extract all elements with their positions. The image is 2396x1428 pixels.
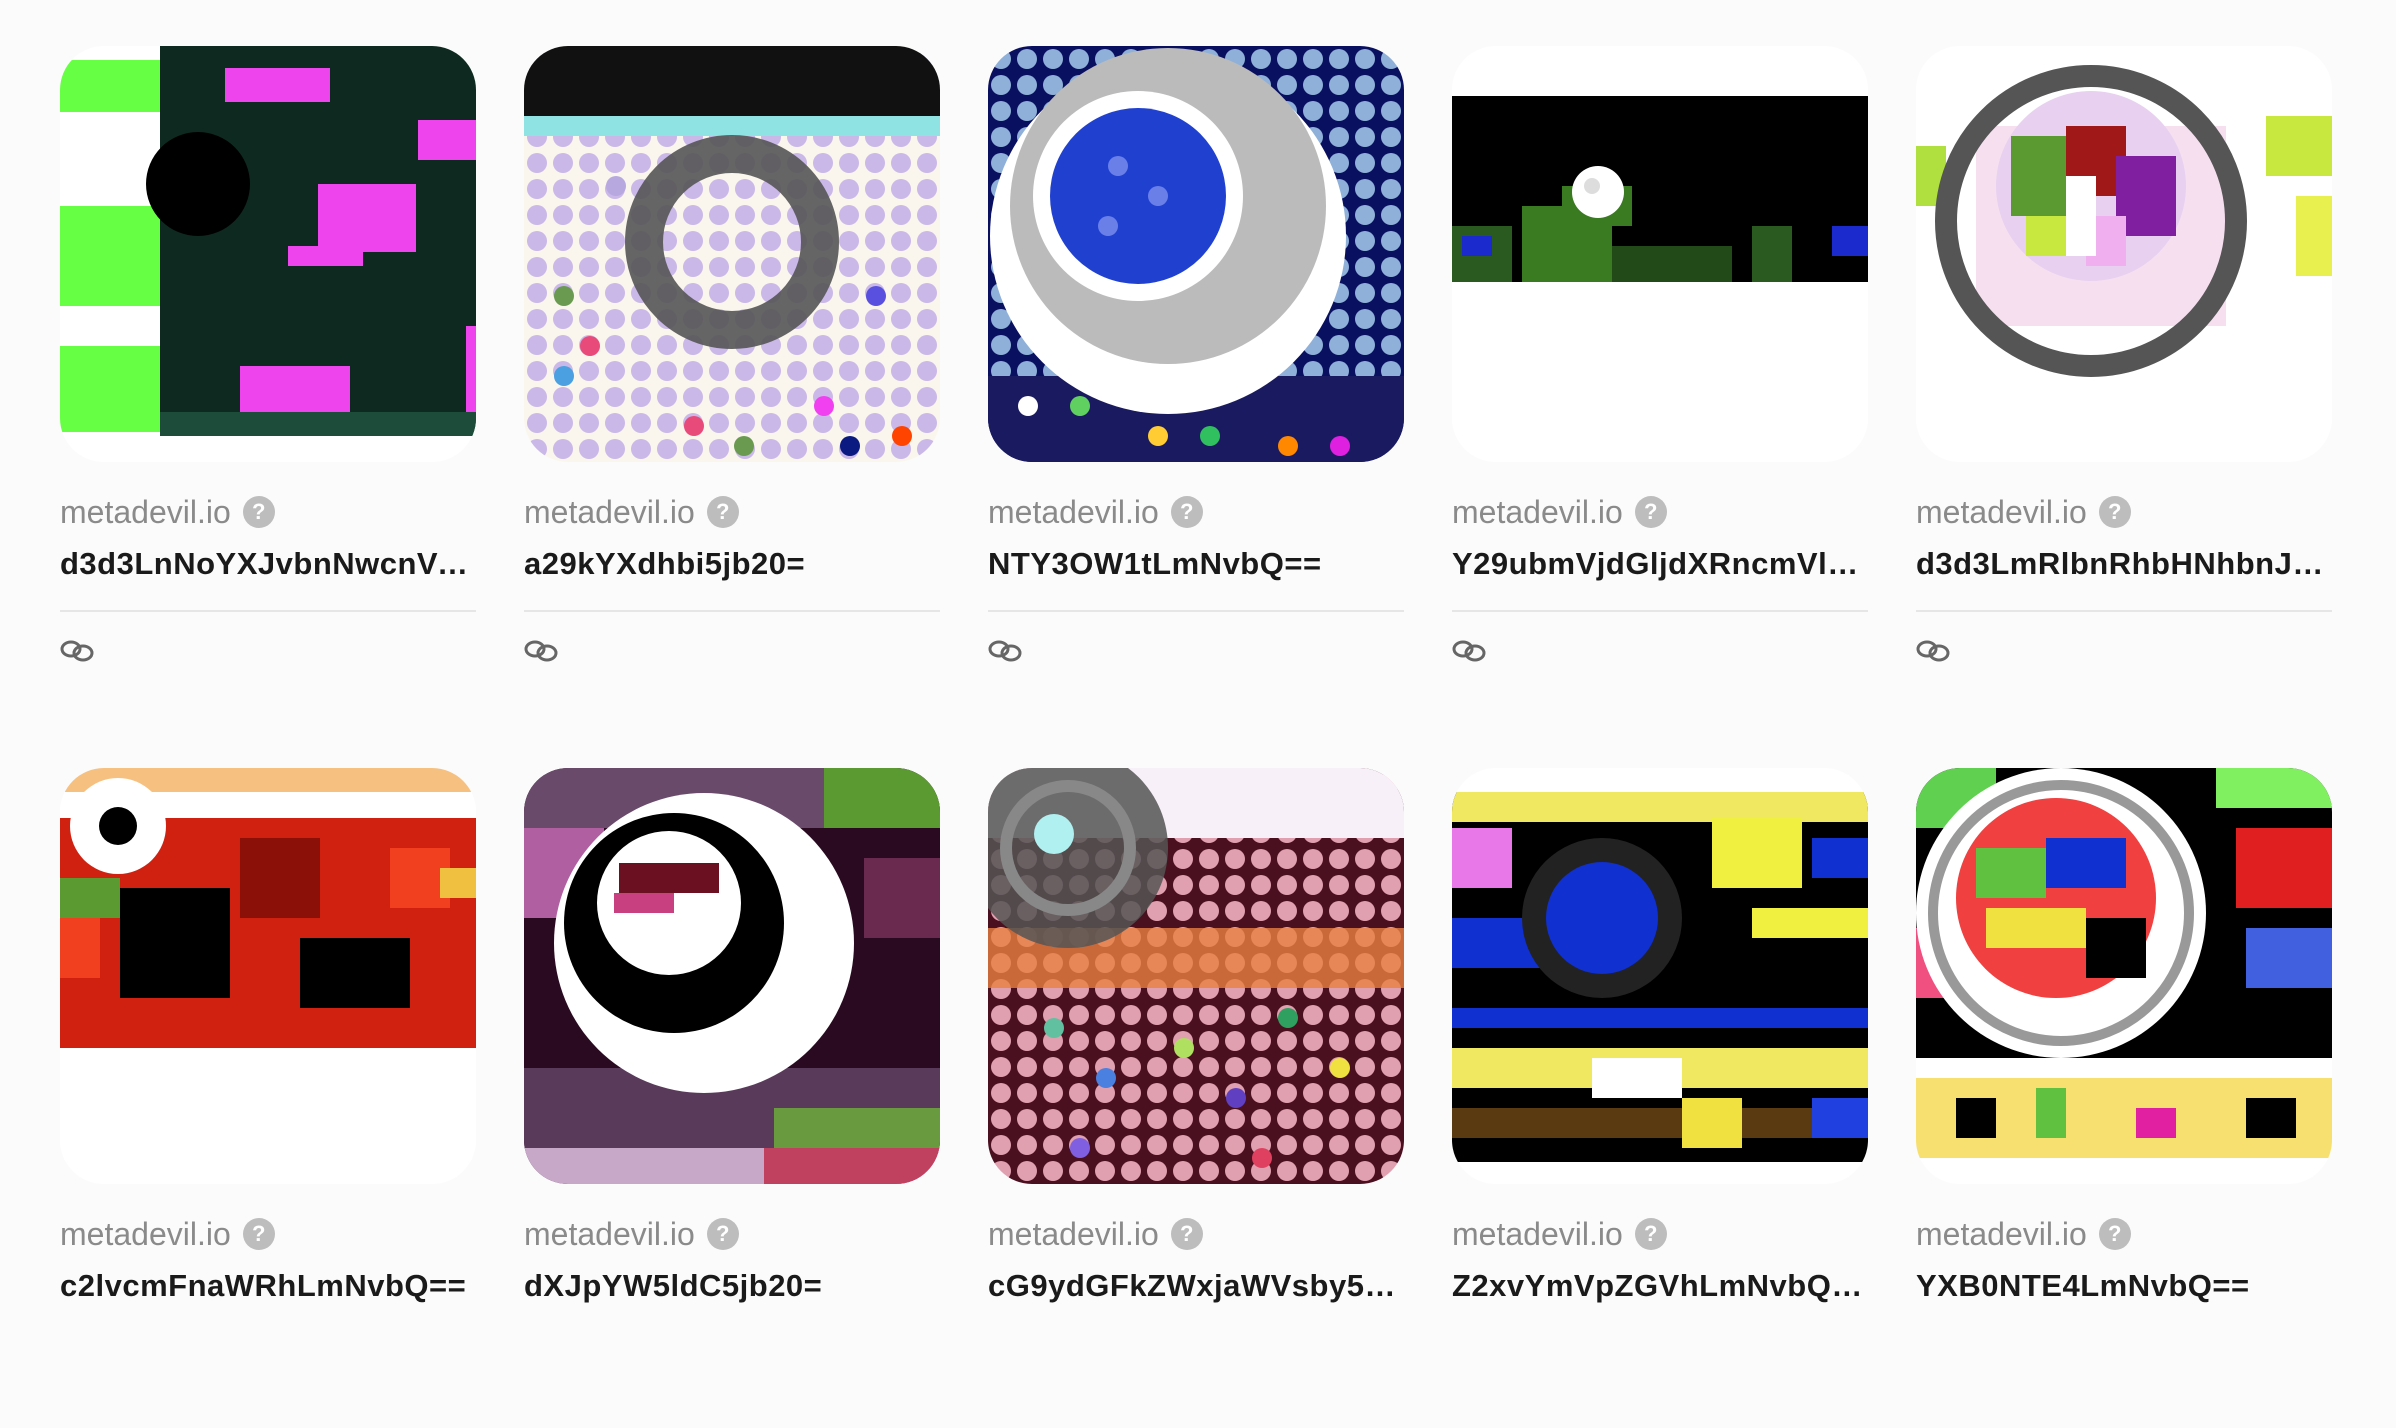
nft-grid: metadevil.io ? d3d3LnNoYXJvbnNwcnVuZy...: [60, 46, 2332, 1428]
question-circle-icon[interactable]: ?: [706, 496, 739, 528]
collection-name[interactable]: metadevil.io: [1916, 1216, 2087, 1253]
nft-card[interactable]: metadevil.io ? cG9ydGFkZWxjaWVsby5jb20=: [988, 768, 1404, 1428]
nft-artwork[interactable]: [1916, 768, 2332, 1184]
item-name[interactable]: a29kYXdhbi5jb20=: [524, 546, 940, 582]
collection-row[interactable]: metadevil.io ?: [1452, 492, 1868, 532]
collection-row[interactable]: metadevil.io ?: [60, 492, 476, 532]
divider: [524, 610, 940, 612]
question-circle-icon[interactable]: ?: [242, 1218, 275, 1250]
collection-name[interactable]: metadevil.io: [1452, 1216, 1623, 1253]
item-name[interactable]: dXJpYW5ldC5jb20=: [524, 1268, 940, 1304]
item-name[interactable]: cG9ydGFkZWxjaWVsby5jb20=: [988, 1268, 1404, 1304]
question-circle-icon[interactable]: ?: [242, 496, 275, 528]
collection-name[interactable]: metadevil.io: [524, 494, 695, 531]
divider: [60, 610, 476, 612]
chain-link-icon[interactable]: [1916, 638, 1950, 664]
collection-row[interactable]: metadevil.io ?: [524, 1214, 940, 1254]
nft-card[interactable]: metadevil.io ? d3d3LnNoYXJvbnNwcnVuZy...: [60, 46, 476, 768]
item-name[interactable]: d3d3LmRlbnRhbHNhbnJvb...: [1916, 546, 2332, 582]
collection-row[interactable]: metadevil.io ?: [988, 1214, 1404, 1254]
collection-name[interactable]: metadevil.io: [1916, 494, 2087, 531]
nft-card[interactable]: metadevil.io ? Z2xvYmVpZGVhLmNvbQ==: [1452, 768, 1868, 1428]
nft-card[interactable]: metadevil.io ? dXJpYW5ldC5jb20=: [524, 768, 940, 1428]
item-name[interactable]: NTY3OW1tLmNvbQ==: [988, 546, 1404, 582]
nft-card[interactable]: metadevil.io ? a29kYXdhbi5jb20=: [524, 46, 940, 768]
collection-name[interactable]: metadevil.io: [60, 1216, 231, 1253]
collection-row[interactable]: metadevil.io ?: [524, 492, 940, 532]
chain-link-icon[interactable]: [988, 638, 1022, 664]
collection-name[interactable]: metadevil.io: [988, 494, 1159, 531]
collection-name[interactable]: metadevil.io: [60, 494, 231, 531]
question-circle-icon[interactable]: ?: [1170, 496, 1203, 528]
nft-artwork[interactable]: [988, 768, 1404, 1184]
chain-link-icon[interactable]: [524, 638, 558, 664]
nft-artwork[interactable]: [988, 46, 1404, 462]
collection-name[interactable]: metadevil.io: [988, 1216, 1159, 1253]
item-name[interactable]: YXB0NTE4LmNvbQ==: [1916, 1268, 2332, 1304]
nft-artwork[interactable]: [1452, 768, 1868, 1184]
nft-card[interactable]: metadevil.io ? c2lvcmFnaWRhLmNvbQ==: [60, 768, 476, 1428]
divider: [1452, 610, 1868, 612]
collection-name[interactable]: metadevil.io: [524, 1216, 695, 1253]
question-circle-icon[interactable]: ?: [1170, 1218, 1203, 1250]
collection-row[interactable]: metadevil.io ?: [1916, 492, 2332, 532]
collection-row[interactable]: metadevil.io ?: [1916, 1214, 2332, 1254]
question-circle-icon[interactable]: ?: [706, 1218, 739, 1250]
chain-link-icon[interactable]: [1452, 638, 1486, 664]
collection-row[interactable]: metadevil.io ?: [988, 492, 1404, 532]
nft-artwork[interactable]: [1916, 46, 2332, 462]
nft-artwork[interactable]: [1452, 46, 1868, 462]
item-name[interactable]: d3d3LnNoYXJvbnNwcnVuZy...: [60, 546, 476, 582]
nft-card[interactable]: metadevil.io ? d3d3LmRlbnRhbHNhbnJvb...: [1916, 46, 2332, 768]
nft-artwork[interactable]: [524, 768, 940, 1184]
item-name[interactable]: Y29ubmVjdGljdXRncmVlbi5j...: [1452, 546, 1868, 582]
collection-row[interactable]: metadevil.io ?: [60, 1214, 476, 1254]
item-name[interactable]: Z2xvYmVpZGVhLmNvbQ==: [1452, 1268, 1868, 1304]
question-circle-icon[interactable]: ?: [1634, 496, 1667, 528]
question-circle-icon[interactable]: ?: [2098, 1218, 2131, 1250]
collection-row[interactable]: metadevil.io ?: [1452, 1214, 1868, 1254]
nft-card[interactable]: metadevil.io ? YXB0NTE4LmNvbQ==: [1916, 768, 2332, 1428]
nft-card[interactable]: metadevil.io ? Y29ubmVjdGljdXRncmVlbi5j.…: [1452, 46, 1868, 768]
nft-artwork[interactable]: [60, 46, 476, 462]
item-name[interactable]: c2lvcmFnaWRhLmNvbQ==: [60, 1268, 476, 1304]
nft-artwork[interactable]: [524, 46, 940, 462]
nft-card[interactable]: metadevil.io ? NTY3OW1tLmNvbQ==: [988, 46, 1404, 768]
divider: [988, 610, 1404, 612]
question-circle-icon[interactable]: ?: [2098, 496, 2131, 528]
question-circle-icon[interactable]: ?: [1634, 1218, 1667, 1250]
nft-artwork[interactable]: [60, 768, 476, 1184]
divider: [1916, 610, 2332, 612]
chain-link-icon[interactable]: [60, 638, 94, 664]
collection-name[interactable]: metadevil.io: [1452, 494, 1623, 531]
